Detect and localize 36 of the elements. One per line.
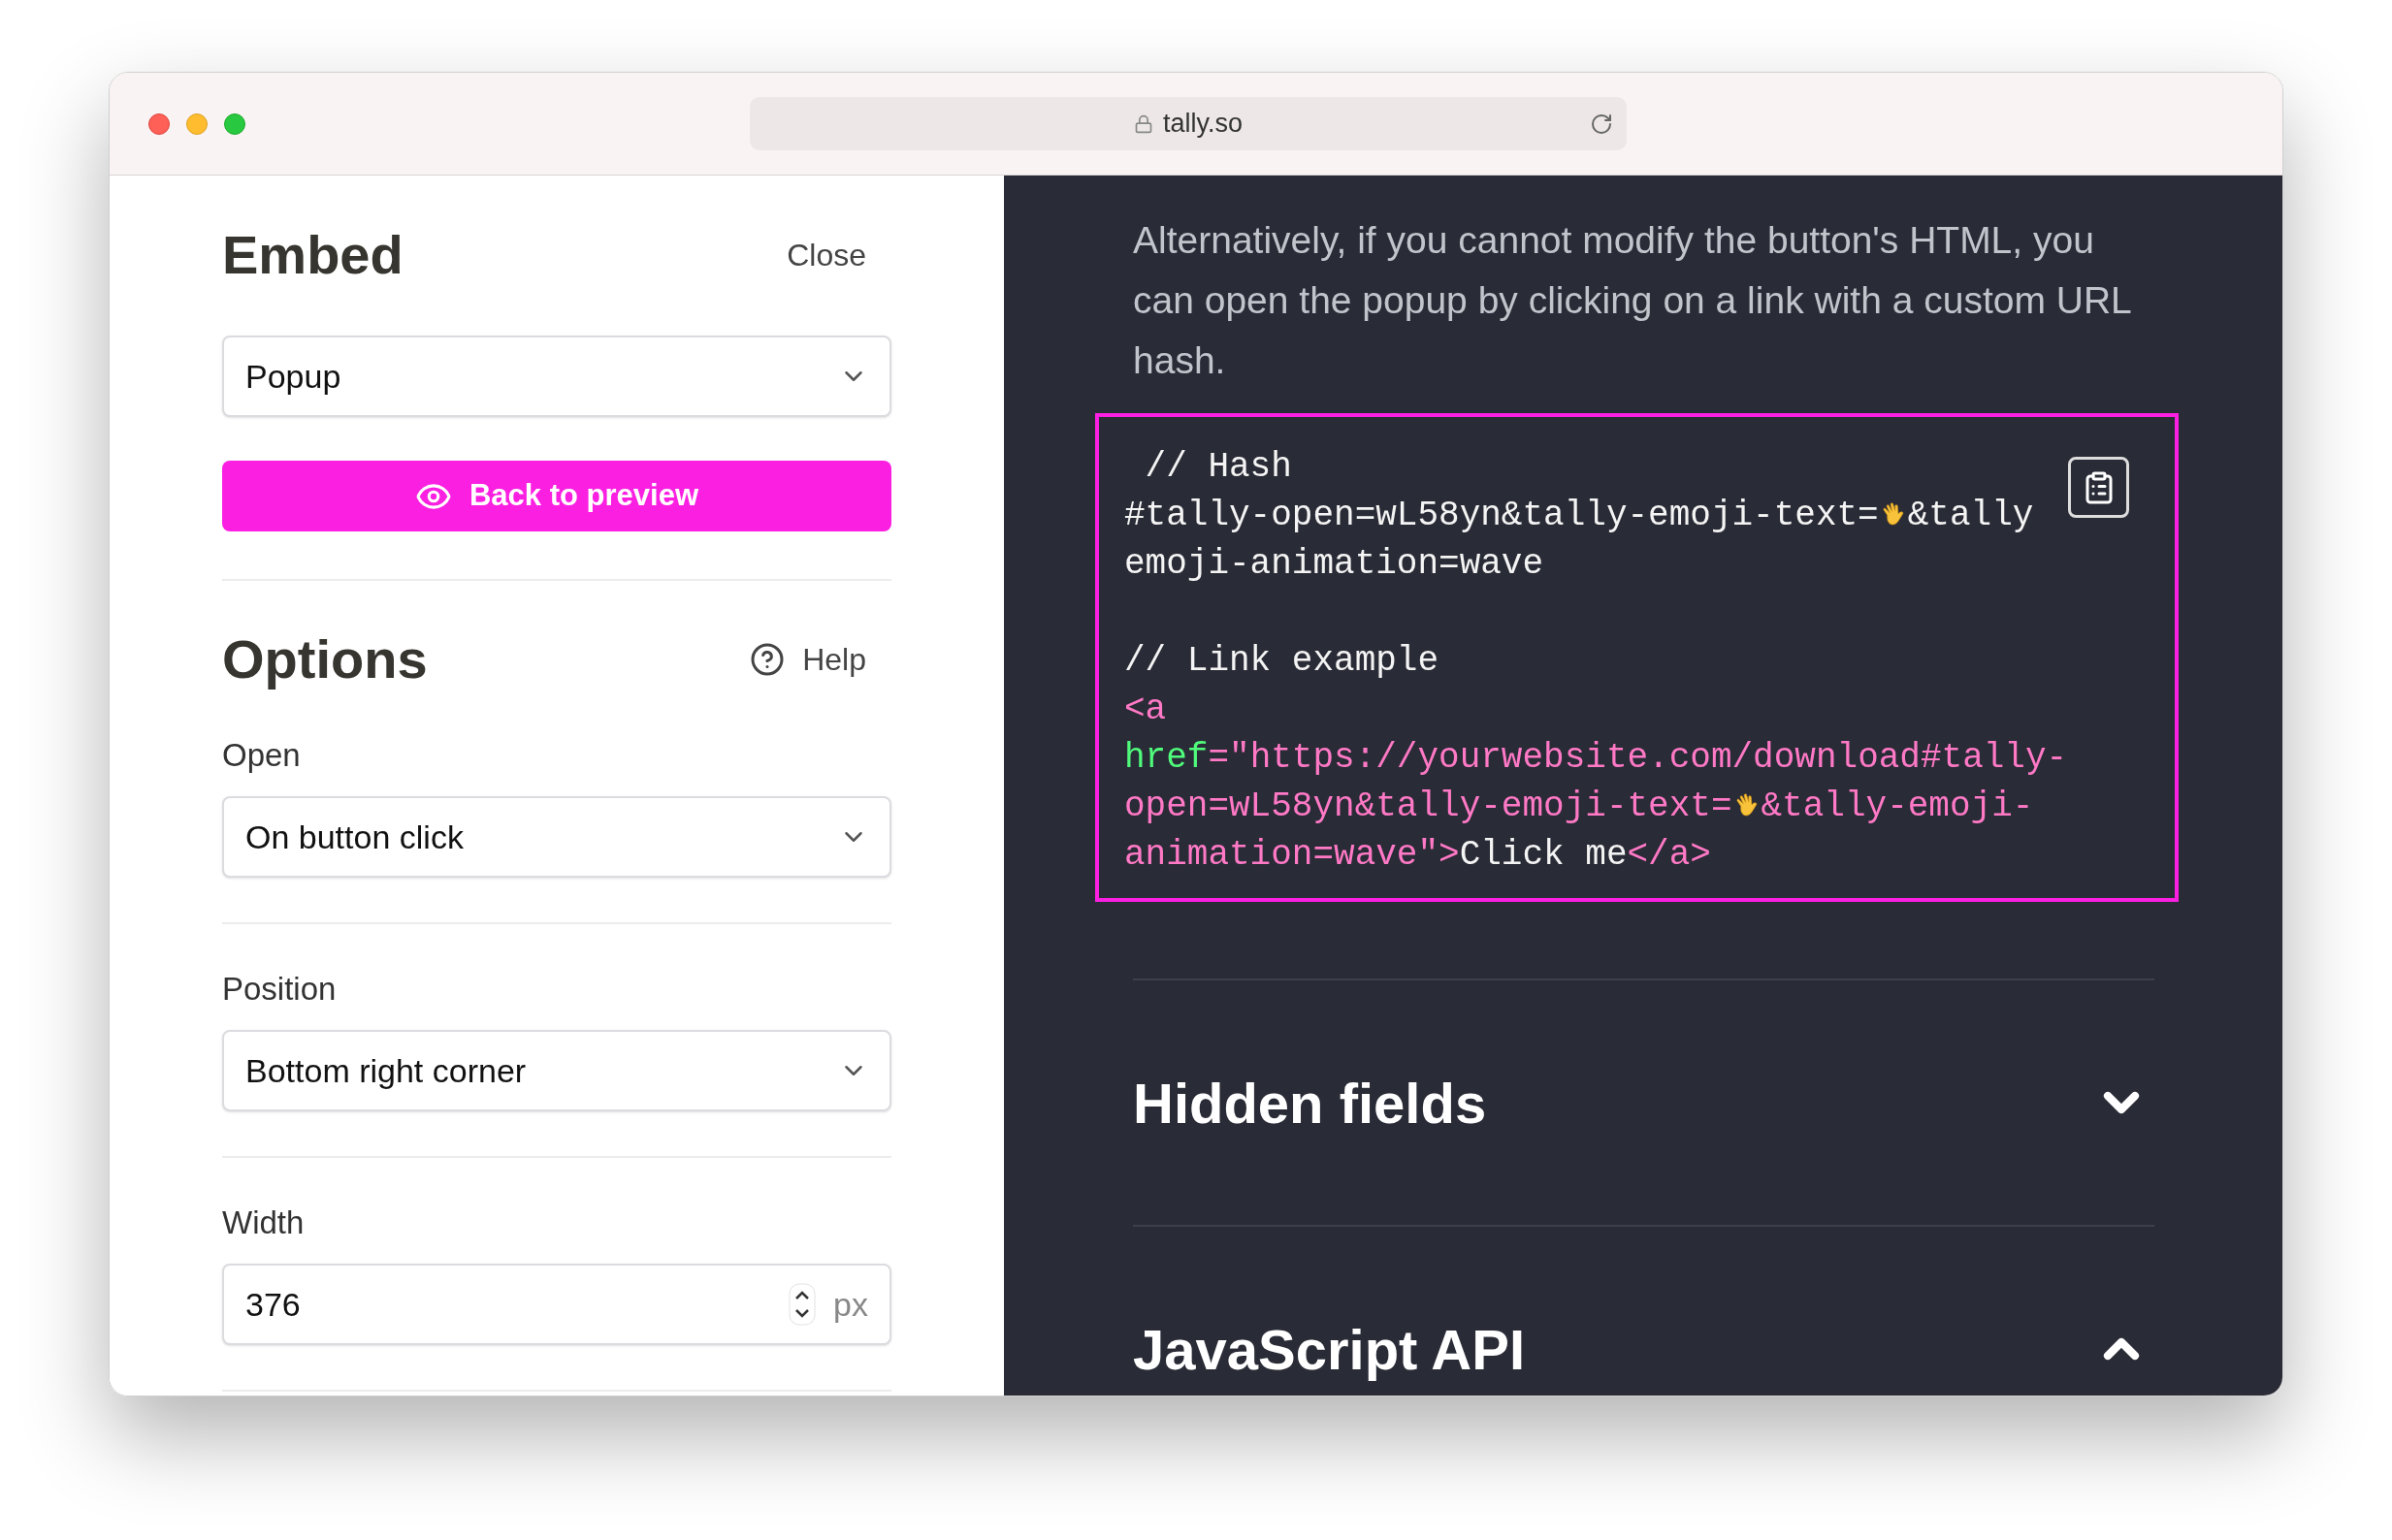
close-button[interactable]: Close — [787, 232, 891, 278]
help-icon — [750, 642, 786, 677]
section-title: Options — [222, 627, 428, 691]
accordion-title[interactable]: Hidden fields — [1133, 1060, 1487, 1145]
reload-icon[interactable] — [1590, 112, 1613, 136]
code-text: </a> — [1627, 835, 1711, 875]
unit-label: px — [833, 1284, 868, 1325]
code-text: // Link example — [1124, 641, 1439, 681]
code-text: animation=wave"> — [1124, 835, 1460, 875]
copy-button[interactable] — [2068, 457, 2129, 518]
code-text: #tally-open=wL58yn&tally-emoji-text= — [1124, 496, 1879, 535]
select-field[interactable]: Bottom right corner — [222, 1030, 891, 1111]
number-field[interactable]: 376 px — [222, 1264, 891, 1345]
field-label: Open — [222, 736, 302, 775]
code-text: &tally — [1907, 496, 2034, 535]
address-bar[interactable]: tally.so — [750, 97, 1627, 150]
help-button[interactable]: Help — [750, 636, 891, 683]
accordion-title[interactable]: JavaScript API — [1133, 1306, 1526, 1392]
select-field[interactable]: On button click — [222, 796, 891, 878]
lock-icon — [1134, 112, 1153, 135]
maximize-window-icon[interactable] — [224, 112, 245, 135]
code-text: href — [1124, 738, 1209, 778]
code-text: Click me — [1459, 835, 1628, 875]
field-label: Width — [222, 1203, 306, 1242]
code-text: ="https://yourwebsite.com/download#tally- — [1208, 738, 2068, 778]
select-field[interactable]: Popup — [222, 336, 891, 417]
panel-title: Embed — [222, 223, 404, 287]
code-text: &tally-emoji- — [1761, 786, 2034, 826]
stepper-icon[interactable] — [789, 1283, 817, 1326]
docs-paragraph: Alternatively, if you cannot modify the button's HTML, you can open the popup by clicking on a link with a custom URL hash. — [1133, 218, 2132, 383]
close-window-icon[interactable] — [148, 112, 170, 135]
code-text: <a — [1124, 690, 1167, 729]
code-text: open=wL58yn&tally-emoji-text= — [1124, 786, 1732, 826]
code-text: // Hash — [1144, 447, 1292, 487]
field-label: Position — [222, 970, 338, 1009]
code-text: emoji-animation=wave — [1124, 544, 1544, 584]
